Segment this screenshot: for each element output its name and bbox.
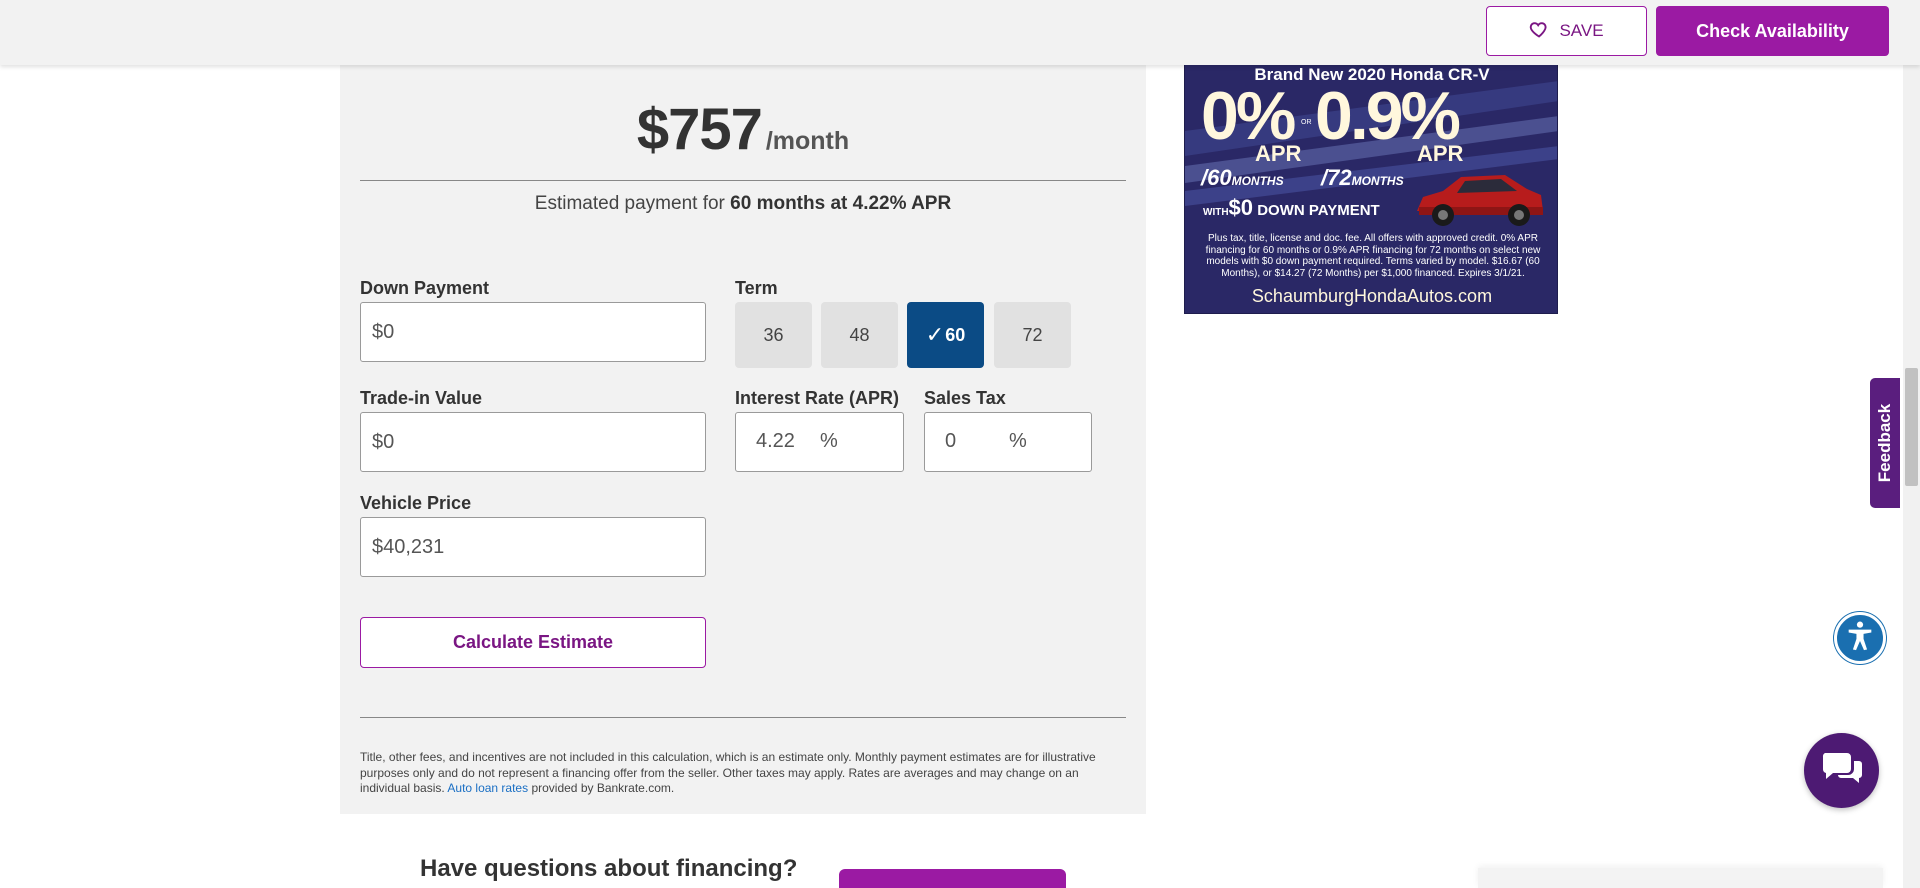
ad-term-72: /72MONTHS	[1321, 165, 1404, 191]
ad-down-prefix: WITH	[1203, 207, 1229, 218]
disclaimer: Title, other fees, and incentives are no…	[360, 750, 1126, 797]
save-button[interactable]: SAVE	[1486, 6, 1647, 56]
percent-sign: %	[1009, 430, 1027, 452]
interest-rate-value: 4.22	[756, 430, 795, 452]
ad-down-suffix: DOWN PAYMENT	[1257, 202, 1380, 219]
term-option-60[interactable]: ✓ 60	[907, 302, 984, 368]
term-label: Term	[735, 278, 778, 298]
chat-bubbles-icon	[1821, 749, 1863, 792]
percent-sign: %	[820, 430, 838, 452]
ad-website: SchaumburgHondaAutos.com	[1251, 286, 1493, 306]
heart-icon	[1529, 19, 1549, 44]
ad-down-amount: $0	[1228, 195, 1254, 220]
term-option-48[interactable]: 48	[821, 302, 898, 368]
vehicle-price-input[interactable]: $40,231	[360, 517, 706, 577]
calculate-estimate-button[interactable]: Calculate Estimate	[360, 617, 706, 668]
ad-down-payment: WITH$0 DOWN PAYMENT	[1203, 195, 1380, 221]
accessibility-button[interactable]	[1834, 612, 1886, 664]
ad-term-72-number: /72	[1321, 165, 1352, 190]
ad-fine-print: Plus tax, title, license and doc. fee. A…	[1205, 233, 1541, 279]
interest-rate-label: Interest Rate (APR)	[735, 388, 900, 408]
ad-term-60-suffix: MONTHS	[1231, 174, 1284, 188]
contact-button[interactable]	[839, 869, 1066, 888]
sales-tax-input[interactable]: 0 %	[924, 412, 1092, 472]
accessibility-icon	[1843, 619, 1877, 658]
financing-questions-heading: Have questions about financing?	[420, 855, 798, 882]
payment-calculator: $757/month Estimated payment for 60 mont…	[340, 60, 1146, 814]
disclaimer-suffix: provided by Bankrate.com.	[531, 781, 675, 795]
auto-loan-rates-link[interactable]: Auto loan rates	[447, 781, 528, 795]
payment-amount: $757	[636, 97, 763, 162]
top-bar: SAVE Check Availability	[0, 0, 1920, 65]
ad-or: OR	[1301, 119, 1312, 126]
interest-rate-input[interactable]: 4.22 %	[735, 412, 904, 472]
bottom-bar	[1478, 868, 1883, 888]
sales-tax-value: 0	[945, 430, 957, 452]
vehicle-price-label: Vehicle Price	[360, 493, 472, 513]
trade-in-input[interactable]: $0	[360, 412, 706, 472]
ad-term-60-number: /60	[1201, 165, 1232, 190]
sales-tax-label: Sales Tax	[924, 388, 1006, 408]
ad-apr-1: APR	[1255, 141, 1302, 166]
save-label: SAVE	[1559, 21, 1604, 40]
divider	[360, 717, 1126, 718]
check-availability-button[interactable]: Check Availability	[1656, 6, 1889, 56]
honda-ad-banner[interactable]: Brand New 2020 Honda CR-V 0% APR OR 0.9%…	[1184, 60, 1558, 314]
chat-button[interactable]	[1804, 733, 1879, 808]
ad-term-60: /60MONTHS	[1201, 165, 1284, 191]
down-payment-input[interactable]: $0	[360, 302, 706, 362]
checkmark-icon: ✓	[925, 322, 945, 347]
term-option-60-label: 60	[945, 324, 966, 345]
feedback-label: Feedback	[1875, 403, 1894, 483]
trade-in-label: Trade-in Value	[360, 388, 483, 408]
scrollbar-thumb[interactable]	[1905, 368, 1918, 486]
monthly-payment: $757/month	[340, 96, 1146, 163]
estimate-prefix: Estimated payment for	[534, 193, 725, 214]
estimate-terms: 60 months at 4.22% APR	[730, 193, 952, 214]
term-option-36[interactable]: 36	[735, 302, 812, 368]
payment-period: /month	[765, 127, 850, 155]
red-suv-image	[1417, 175, 1543, 226]
estimate-summary: Estimated payment for 60 months at 4.22%…	[340, 193, 1146, 215]
term-option-72[interactable]: 72	[994, 302, 1071, 368]
feedback-tab[interactable]: Feedback	[1870, 378, 1900, 508]
ad-term-72-suffix: MONTHS	[1351, 174, 1404, 188]
divider	[360, 180, 1126, 181]
down-payment-label: Down Payment	[360, 278, 490, 298]
